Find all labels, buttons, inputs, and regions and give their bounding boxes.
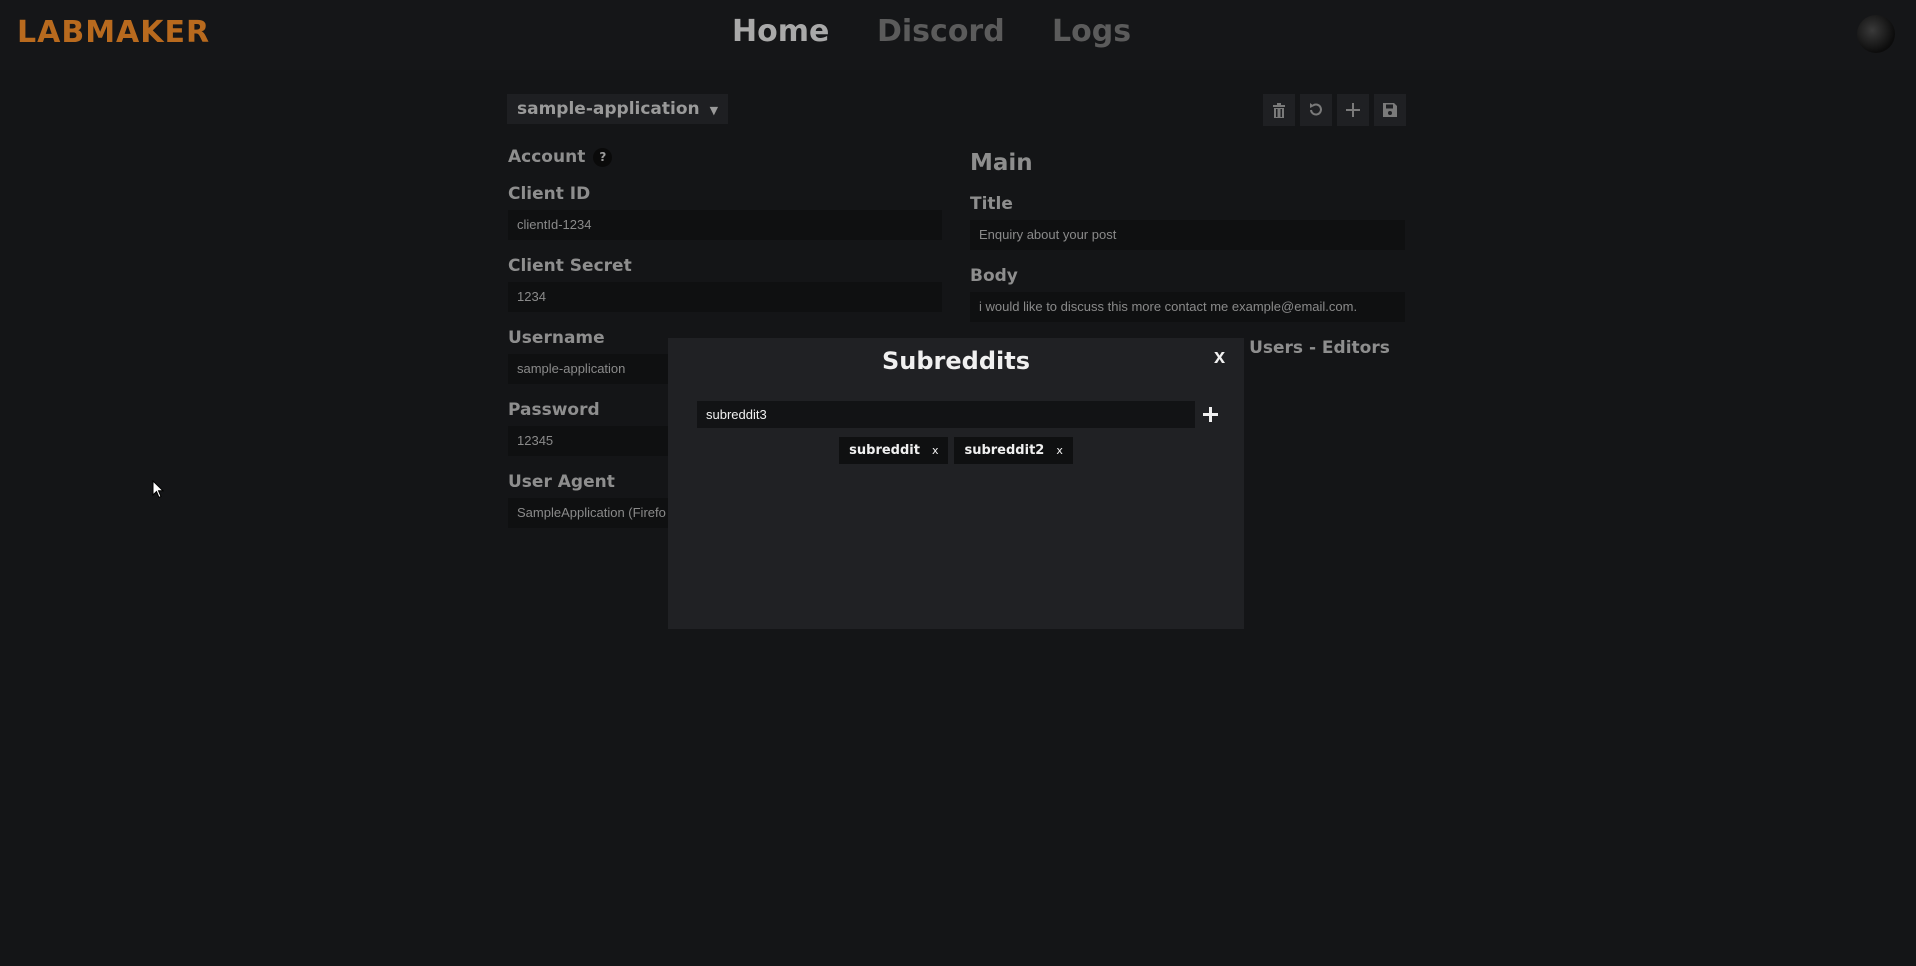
subreddit-tag-label: subreddit2 [964, 443, 1045, 458]
client-id-label: Client ID [508, 184, 591, 204]
account-heading: Account? [508, 147, 613, 167]
subreddits-modal: Subreddits x subreddit x subreddit2 x [668, 338, 1244, 629]
app-logo[interactable]: LABMAKER [17, 15, 210, 50]
username-field[interactable]: sample-application [508, 354, 668, 384]
application-select[interactable]: sample-application ▼ [507, 94, 729, 124]
delete-button[interactable] [1263, 94, 1295, 126]
client-secret-label: Client Secret [508, 256, 632, 276]
user-agent-field[interactable]: SampleApplication (Firefo [508, 498, 668, 528]
remove-tag-button[interactable]: x [932, 444, 939, 457]
mouse-pointer-icon [152, 480, 164, 499]
subreddit-tag: subreddit2 x [954, 437, 1073, 464]
nav-discord[interactable]: Discord [877, 14, 1005, 49]
client-secret-field[interactable]: 1234 [508, 282, 942, 312]
reset-button[interactable] [1300, 94, 1332, 126]
subreddit-tag-list: subreddit x subreddit2 x [668, 437, 1244, 464]
nav-home[interactable]: Home [732, 14, 829, 49]
user-agent-label: User Agent [508, 472, 615, 492]
save-icon [1383, 103, 1397, 117]
subreddit-tag: subreddit x [839, 437, 949, 464]
password-label: Password [508, 400, 600, 420]
add-subreddit-button[interactable] [1198, 401, 1222, 428]
subreddit-tag-label: subreddit [849, 443, 920, 458]
main-heading: Main [970, 150, 1033, 176]
caret-down-icon: ▼ [709, 104, 719, 117]
nav-logs[interactable]: Logs [1052, 14, 1131, 49]
trash-icon [1273, 102, 1285, 118]
subreddit-input[interactable] [697, 401, 1195, 428]
body-label: Body [970, 266, 1018, 286]
client-id-field[interactable]: clientId-1234 [508, 210, 942, 240]
password-field[interactable]: 12345 [508, 426, 668, 456]
plus-icon [1202, 407, 1218, 422]
top-bar: LABMAKER Home Discord Logs [0, 0, 1916, 70]
help-icon[interactable]: ? [593, 147, 613, 167]
add-button[interactable] [1337, 94, 1369, 126]
title-field[interactable]: Enquiry about your post [970, 220, 1405, 250]
close-button[interactable]: x [1214, 346, 1225, 369]
application-select-value: sample-application [517, 99, 700, 119]
username-label: Username [508, 328, 605, 348]
remove-tag-button[interactable]: x [1056, 444, 1063, 457]
modal-title: Subreddits [881, 347, 1030, 375]
body-field[interactable]: i would like to discuss this more contac… [970, 292, 1405, 322]
undo-icon [1310, 103, 1322, 116]
save-button[interactable] [1374, 94, 1406, 126]
title-label: Title [970, 194, 1013, 214]
plus-icon [1346, 103, 1360, 117]
users-editors-label: d Users - Editors [1231, 338, 1390, 358]
user-avatar[interactable] [1857, 15, 1895, 53]
